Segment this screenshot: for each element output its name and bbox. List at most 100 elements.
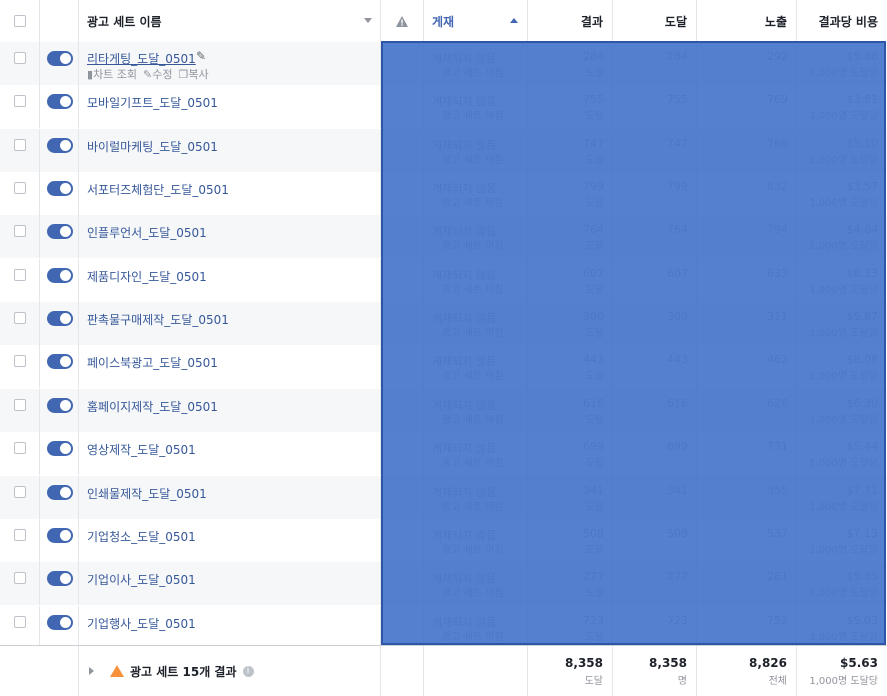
ad-set-toggle[interactable] <box>47 571 73 587</box>
row-checkbox[interactable] <box>14 225 26 238</box>
table-row[interactable]: 판촉물구매제작_도달_0501 게재되지 않음 광고 세트 꺼짐 300 도달 300 31… <box>0 302 887 346</box>
table-row[interactable]: 서포터즈체험단_도달_0501 게재되지 않음 광고 세트 꺼짐 799 도달 799 83… <box>0 172 887 216</box>
row-checkbox[interactable] <box>14 355 26 368</box>
table-row[interactable]: 인쇄물제작_도달_0501 게재되지 않음 광고 세트 꺼짐 341 도달 341 355 $… <box>0 475 887 519</box>
ad-set-toggle[interactable] <box>47 397 73 413</box>
table-cell <box>381 518 424 562</box>
ad-set-name-link[interactable]: 서포터즈체험단_도달_0501 <box>87 181 229 198</box>
cell-cost: $5.03 <box>846 613 879 627</box>
ad-set-toggle[interactable] <box>47 224 73 240</box>
table-cell <box>697 42 797 85</box>
table-row[interactable]: 기업행사_도달_0501 게재되지 않음 광고 세트 꺼짐 723 도달 723 752 $5… <box>0 605 887 649</box>
ad-set-name-link[interactable]: 제품디자인_도달_0501 <box>87 268 207 285</box>
table-row[interactable]: 기업청소_도달_0501 게재되지 않음 광고 세트 꺼짐 508 도달 508 537 $7… <box>0 518 887 562</box>
footer-summary[interactable]: 광고 세트 15개 결과 i <box>79 646 381 696</box>
footer-cost-unit: 1,000명 도달당 <box>809 676 878 687</box>
status-subtext: 광고 세트 꺼짐 <box>442 241 504 253</box>
action-edit[interactable]: ✎수정 <box>143 66 172 82</box>
ad-set-toggle[interactable] <box>47 354 73 370</box>
ad-set-name-link[interactable]: 기업청소_도달_0501 <box>87 528 196 545</box>
row-checkbox[interactable] <box>14 268 26 281</box>
row-checkbox[interactable] <box>14 312 26 325</box>
row-checkbox[interactable] <box>14 95 26 108</box>
ad-set-name-link[interactable]: 판촉물구매제작_도달_0501 <box>87 311 229 328</box>
cell-cost-unit: 1,000명 도달당 <box>809 631 878 643</box>
select-all-checkbox[interactable] <box>13 15 26 27</box>
ad-set-toggle[interactable] <box>47 94 73 110</box>
table-cell <box>613 605 697 649</box>
footer-results-value: 8,358 <box>565 656 603 670</box>
table-cell <box>613 128 697 172</box>
ad-set-toggle[interactable] <box>47 181 73 197</box>
ad-set-name-link[interactable]: 모바일기프트_도달_0501 <box>87 94 218 111</box>
cell-results: 607 <box>583 266 604 280</box>
info-icon[interactable]: i <box>242 665 254 677</box>
ad-set-name-link[interactable]: 리타게팅_도달_0501 <box>87 50 196 67</box>
table-row[interactable]: 바이럴마케팅_도달_0501 게재되지 않음 광고 세트 꺼짐 747 도달 747 766… <box>0 128 887 172</box>
ad-set-name-link[interactable]: 인쇄물제작_도달_0501 <box>87 485 207 502</box>
ad-set-name-link[interactable]: 인플루언서_도달_0501 <box>87 224 207 241</box>
expand-arrow-icon[interactable] <box>89 667 94 675</box>
column-header-warning[interactable] <box>381 0 424 42</box>
cell-results: 443 <box>583 353 604 367</box>
ad-set-name-link[interactable]: 홈페이지제작_도달_0501 <box>87 398 218 415</box>
ad-set-toggle[interactable] <box>47 527 73 543</box>
column-header-results[interactable]: 결과 <box>528 0 613 42</box>
ad-sets-table: 광고 세트 이름 게재 결과 도달 노출 결과당 비용 리타게팅_도달_0501… <box>0 0 887 696</box>
ad-set-name-link[interactable]: 기업행사_도달_0501 <box>87 615 196 632</box>
ad-set-name-link[interactable]: 바이럴마케팅_도달_0501 <box>87 138 218 155</box>
row-checkbox[interactable] <box>14 572 26 585</box>
ad-set-toggle[interactable] <box>47 137 73 153</box>
ad-set-toggle[interactable] <box>47 311 73 327</box>
ad-set-toggle[interactable] <box>47 267 73 283</box>
row-checkbox[interactable] <box>14 52 26 64</box>
table-row[interactable]: 페이스북광고_도달_0501 게재되지 않음 광고 세트 꺼짐 443 도달 443 462… <box>0 345 887 389</box>
row-checkbox[interactable] <box>14 485 26 498</box>
footer-cost: $5.63 1,000명 도달당 <box>797 646 887 696</box>
row-checkbox[interactable] <box>14 615 26 628</box>
ad-set-name-link[interactable]: 페이스북광고_도달_0501 <box>87 354 218 371</box>
table-row[interactable]: 영상제작_도달_0501 게재되지 않음 광고 세트 꺼짐 699 도달 699 731 $5… <box>0 432 887 476</box>
table-row[interactable]: 홈페이지제작_도달_0501 게재되지 않음 광고 세트 꺼짐 616 도달 616 626… <box>0 388 887 432</box>
pencil-icon[interactable]: ✎ <box>196 49 206 63</box>
cell-impressions: 633 <box>767 266 788 280</box>
column-header-cost[interactable]: 결과당 비용 <box>797 0 887 42</box>
table-row[interactable]: 제품디자인_도달_0501 게재되지 않음 광고 세트 꺼짐 607 도달 607 633 $… <box>0 258 887 302</box>
column-header-reach[interactable]: 도달 <box>613 0 697 42</box>
row-checkbox[interactable] <box>14 182 26 195</box>
ad-set-name-link[interactable]: 영상제작_도달_0501 <box>87 441 196 458</box>
table-row[interactable]: 모바일기프트_도달_0501 게재되지 않음 광고 세트 꺼짐 755 도달 755 769… <box>0 85 887 129</box>
table-row[interactable]: 인플루언서_도달_0501 게재되지 않음 광고 세트 꺼짐 764 도달 764 794 $… <box>0 215 887 259</box>
table-row[interactable]: 기업이사_도달_0501 게재되지 않음 광고 세트 꺼짐 277 도달 277 281 $5… <box>0 562 887 606</box>
action-chart[interactable]: ▮차트 조회 <box>87 66 137 82</box>
column-header-status[interactable]: 게재 <box>424 0 528 42</box>
table-row[interactable]: 리타게팅_도달_0501 ✎ ▮차트 조회 ✎수정 ❐복사 게재되지 않음 광고 세트 꺼짐… <box>0 42 887 85</box>
sort-caret-icon[interactable] <box>364 18 372 23</box>
sort-ascending-icon <box>510 18 518 23</box>
row-checkbox[interactable] <box>14 138 26 151</box>
row-checkbox[interactable] <box>14 528 26 541</box>
cell-results: 300 <box>583 310 604 324</box>
ad-set-toggle[interactable] <box>47 441 73 457</box>
toggle-knob <box>60 183 71 195</box>
table-cell <box>613 388 697 432</box>
table-cell <box>381 172 424 216</box>
row-checkbox[interactable] <box>14 398 26 411</box>
column-header-impressions-label: 노출 <box>764 14 787 29</box>
cell-reach: 755 <box>667 93 688 107</box>
table-cell <box>381 85 424 129</box>
column-header-impressions[interactable]: 노출 <box>697 0 797 42</box>
ad-set-toggle[interactable] <box>47 51 73 66</box>
table-cell <box>381 388 424 432</box>
ad-set-name-link[interactable]: 기업이사_도달_0501 <box>87 571 196 588</box>
warning-triangle-icon <box>110 665 124 677</box>
action-copy[interactable]: ❐복사 <box>179 66 209 82</box>
cell-results-unit: 도달 <box>585 241 604 253</box>
cell-cost: $3.81 <box>846 93 879 107</box>
ad-set-toggle[interactable] <box>47 484 73 500</box>
row-checkbox[interactable] <box>14 442 26 455</box>
column-header-name[interactable]: 광고 세트 이름 <box>79 0 381 42</box>
table-footer: 광고 세트 15개 결과 i 8,358 도달 8,358 명 8,826 전체… <box>0 645 887 696</box>
cell-impressions: 731 <box>767 440 788 454</box>
ad-set-toggle[interactable] <box>47 614 73 630</box>
